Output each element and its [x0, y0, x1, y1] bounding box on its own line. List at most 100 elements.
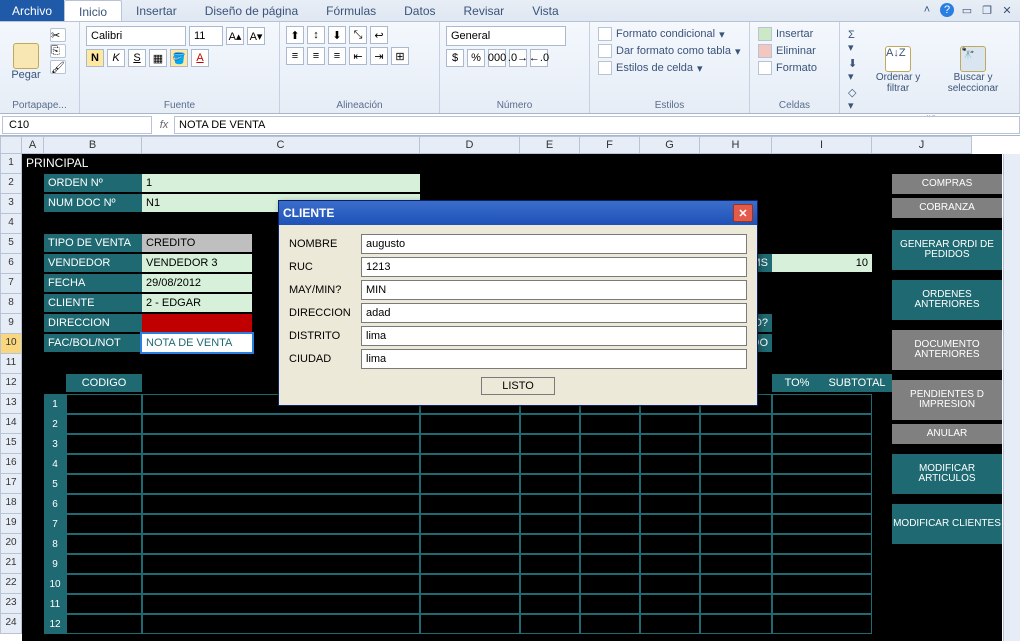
- table-cell[interactable]: [420, 574, 520, 594]
- table-cell[interactable]: [420, 454, 520, 474]
- table-cell[interactable]: [142, 454, 420, 474]
- row-header-8[interactable]: 8: [0, 294, 22, 314]
- table-cell[interactable]: [420, 494, 520, 514]
- align-left-icon[interactable]: ≡: [286, 47, 304, 65]
- table-cell[interactable]: [700, 614, 772, 634]
- align-middle-icon[interactable]: ↕: [307, 26, 325, 44]
- table-cell[interactable]: [772, 594, 872, 614]
- table-cell[interactable]: [520, 514, 580, 534]
- row-header-10[interactable]: 10: [0, 334, 22, 354]
- conditional-format-button[interactable]: Formato condicional▾: [596, 26, 742, 42]
- table-cell[interactable]: [772, 434, 872, 454]
- table-cell[interactable]: [520, 614, 580, 634]
- table-cell[interactable]: [142, 414, 420, 434]
- minimize-icon[interactable]: ▭: [960, 3, 974, 17]
- tab-vista[interactable]: Vista: [518, 0, 572, 21]
- btn-ordenes[interactable]: ORDENES ANTERIORES: [892, 280, 1002, 320]
- font-color-button[interactable]: A: [191, 49, 209, 67]
- underline-button[interactable]: S: [128, 49, 146, 67]
- table-cell[interactable]: [66, 494, 142, 514]
- table-cell[interactable]: [66, 514, 142, 534]
- table-cell[interactable]: [640, 594, 700, 614]
- tab-revisar[interactable]: Revisar: [450, 0, 519, 21]
- input-nombre[interactable]: [361, 234, 747, 254]
- table-cell[interactable]: [772, 454, 872, 474]
- clear-button[interactable]: ◇ ▾: [846, 85, 863, 113]
- listo-button[interactable]: LISTO: [481, 377, 555, 395]
- cut-icon[interactable]: ✂: [50, 28, 66, 42]
- table-cell[interactable]: [66, 534, 142, 554]
- row-header-12[interactable]: 12: [0, 374, 22, 394]
- table-cell[interactable]: [520, 534, 580, 554]
- value-tems[interactable]: 10: [772, 254, 872, 272]
- italic-button[interactable]: K: [107, 49, 125, 67]
- table-cell[interactable]: [640, 534, 700, 554]
- table-cell[interactable]: [640, 434, 700, 454]
- value-fecha[interactable]: 29/08/2012: [142, 274, 252, 292]
- bold-button[interactable]: N: [86, 49, 104, 67]
- table-cell[interactable]: [66, 614, 142, 634]
- value-orden[interactable]: 1: [142, 174, 420, 192]
- col-header-G[interactable]: G: [640, 136, 700, 154]
- row-header-17[interactable]: 17: [0, 474, 22, 494]
- table-cell[interactable]: [772, 574, 872, 594]
- row-header-16[interactable]: 16: [0, 454, 22, 474]
- row-header-1[interactable]: 1: [0, 154, 22, 174]
- table-cell[interactable]: [66, 594, 142, 614]
- col-header-H[interactable]: H: [700, 136, 772, 154]
- table-cell[interactable]: [640, 554, 700, 574]
- table-cell[interactable]: [420, 434, 520, 454]
- table-cell[interactable]: [700, 474, 772, 494]
- table-cell[interactable]: [772, 394, 872, 414]
- btn-documento[interactable]: DOCUMENTO ANTERIORES: [892, 330, 1002, 370]
- value-cliente[interactable]: 2 - EDGAR: [142, 294, 252, 312]
- name-box[interactable]: C10: [2, 116, 152, 134]
- comma-icon[interactable]: 000: [488, 49, 506, 67]
- row-header-13[interactable]: 13: [0, 394, 22, 414]
- row-header-15[interactable]: 15: [0, 434, 22, 454]
- table-cell[interactable]: [772, 514, 872, 534]
- vertical-scrollbar[interactable]: [1003, 154, 1020, 641]
- input-direccion[interactable]: [361, 303, 747, 323]
- btn-compras[interactable]: COMPRAS: [892, 174, 1002, 194]
- border-button[interactable]: ▦: [149, 49, 167, 67]
- col-header-B[interactable]: B: [44, 136, 142, 154]
- row-header-6[interactable]: 6: [0, 254, 22, 274]
- table-cell[interactable]: [520, 494, 580, 514]
- row-header-14[interactable]: 14: [0, 414, 22, 434]
- percent-icon[interactable]: %: [467, 49, 485, 67]
- formula-input[interactable]: NOTA DE VENTA: [174, 116, 1020, 134]
- table-cell[interactable]: [772, 494, 872, 514]
- table-cell[interactable]: [420, 534, 520, 554]
- sort-filter-button[interactable]: A↓Z Ordenar y filtrar: [867, 26, 929, 113]
- value-tipo[interactable]: CREDITO: [142, 234, 252, 252]
- table-cell[interactable]: [420, 414, 520, 434]
- table-cell[interactable]: [772, 474, 872, 494]
- table-cell[interactable]: [420, 594, 520, 614]
- btn-cobranza[interactable]: COBRANZA: [892, 198, 1002, 218]
- decrease-decimal-icon[interactable]: ←.0: [530, 49, 548, 67]
- table-cell[interactable]: [580, 534, 640, 554]
- tab-inicio[interactable]: Inicio: [64, 0, 122, 21]
- col-header-I[interactable]: I: [772, 136, 872, 154]
- table-cell[interactable]: [700, 434, 772, 454]
- row-header-24[interactable]: 24: [0, 614, 22, 634]
- table-cell[interactable]: [420, 514, 520, 534]
- table-cell[interactable]: [520, 454, 580, 474]
- restore-icon[interactable]: ❐: [980, 3, 994, 17]
- help-icon[interactable]: ?: [940, 3, 954, 17]
- row-header-20[interactable]: 20: [0, 534, 22, 554]
- table-cell[interactable]: [142, 494, 420, 514]
- btn-generar[interactable]: GENERAR ORDI DE PEDIDOS: [892, 230, 1002, 270]
- table-cell[interactable]: [420, 554, 520, 574]
- delete-cells-button[interactable]: Eliminar: [756, 43, 819, 59]
- table-cell[interactable]: [580, 594, 640, 614]
- row-header-11[interactable]: 11: [0, 354, 22, 374]
- select-all-corner[interactable]: [0, 136, 22, 154]
- fill-button[interactable]: ⬇ ▾: [846, 56, 863, 84]
- row-header-19[interactable]: 19: [0, 514, 22, 534]
- row-header-22[interactable]: 22: [0, 574, 22, 594]
- table-cell[interactable]: [142, 574, 420, 594]
- table-cell[interactable]: [640, 454, 700, 474]
- tab-datos[interactable]: Datos: [390, 0, 449, 21]
